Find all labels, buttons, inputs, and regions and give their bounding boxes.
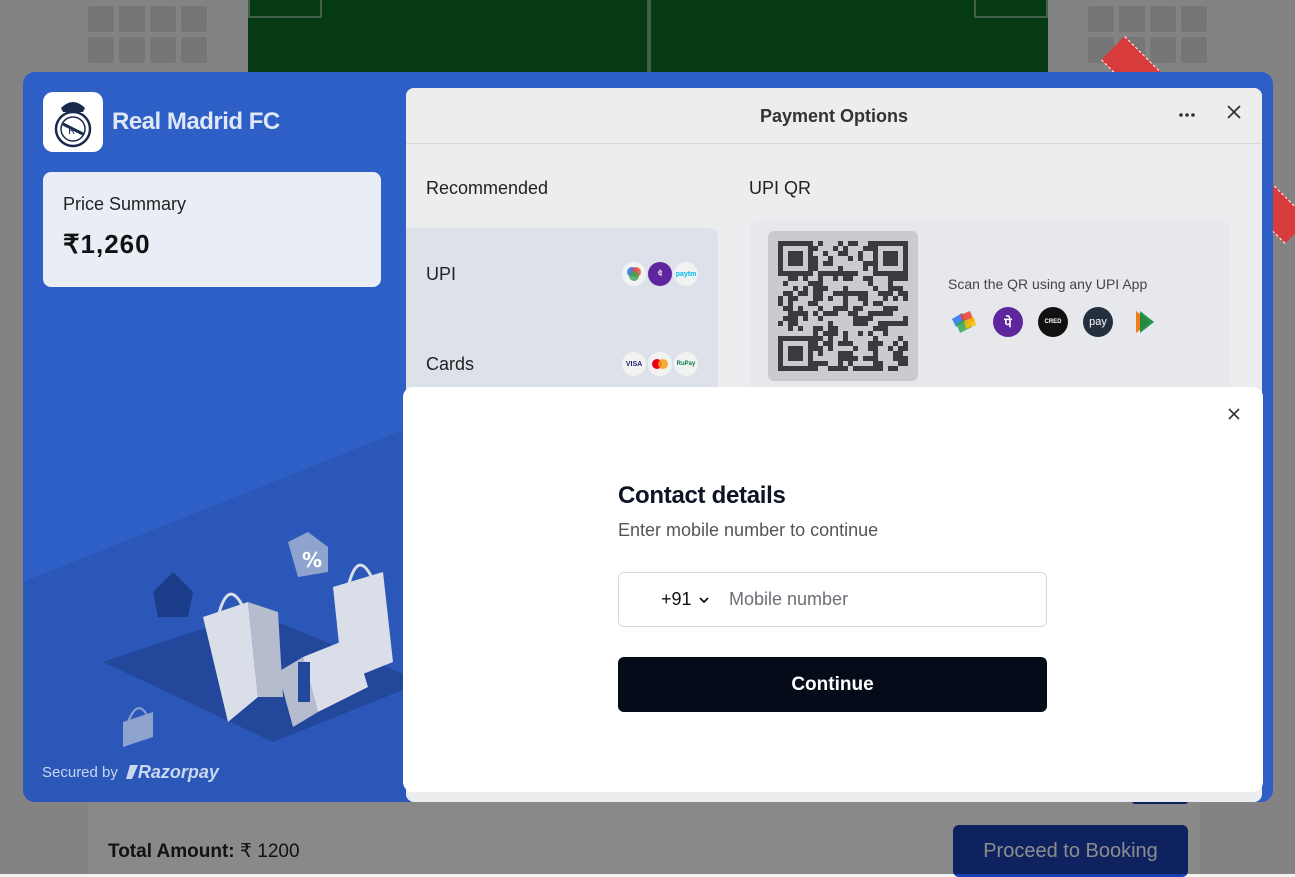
secured-by-razorpay: Secured by Razorpay [42,762,219,783]
shopping-bags-illustration: % [103,532,423,747]
razorpay-icon [125,765,138,779]
phonepe-icon: पे [993,307,1023,337]
close-checkout-icon[interactable] [1224,102,1244,122]
merchant-name: Real Madrid FC [112,108,280,135]
bhim-icon [1128,307,1158,337]
upi-app-icons: पे CRED pay [948,307,1158,337]
secured-by-label: Secured by [42,764,118,781]
price-summary-amount: ₹1,260 [63,229,151,259]
method-upi[interactable]: UPI [426,264,456,285]
price-summary-card: Price Summary ₹1,260 [43,172,381,287]
paytm-icon: paytm [674,262,698,286]
amazonpay-icon: pay [1083,307,1113,337]
qr-code [768,231,918,381]
continue-button[interactable]: Continue [618,657,1047,712]
mobile-number-input[interactable] [729,579,1029,620]
phonepe-icon: पे [648,262,672,286]
more-options-icon[interactable] [1178,102,1196,128]
method-cards[interactable]: Cards [426,354,474,375]
upi-method-icons: पे paytm [622,262,698,286]
merchant-logo: R [43,92,103,152]
svg-text:%: % [302,548,322,572]
rupay-icon: RuPay [674,352,698,376]
real-madrid-crest-icon: R [54,102,92,148]
country-code-selector[interactable]: +91 [619,589,729,610]
visa-icon: VISA [622,352,646,376]
mastercard-icon [648,352,672,376]
scan-qr-text: Scan the QR using any UPI App [948,276,1148,292]
upi-qr-heading: UPI QR [749,178,812,198]
cred-icon: CRED [1038,307,1068,337]
close-modal-icon[interactable] [1225,405,1243,423]
chevron-down-icon [698,596,709,603]
payment-options-title: Payment Options [759,106,909,126]
country-code: +91 [661,589,692,609]
qr-code-image [776,239,910,373]
price-summary-title: Price Summary [63,194,187,214]
razorpay-brand: Razorpay [137,762,219,782]
gpay-icon [622,262,646,286]
gpay-icon [948,307,978,337]
razorpay-logo: Razorpay [125,762,219,783]
svg-text:R: R [68,126,75,137]
recommended-heading: Recommended [426,178,549,198]
phone-field: +91 [618,572,1047,627]
contact-details-title: Contact details [618,482,786,509]
contact-details-modal: Contact details Enter mobile number to c… [403,387,1263,792]
cards-method-icons: VISA RuPay [622,352,698,376]
upi-qr-card[interactable]: Scan the QR using any UPI App पे CRED pa… [750,221,1230,391]
payment-method-list: UPI पे paytm Cards VISA RuPay [406,228,718,408]
contact-details-subtitle: Enter mobile number to continue [618,520,879,540]
payment-options-header: Payment Options [406,88,1262,144]
